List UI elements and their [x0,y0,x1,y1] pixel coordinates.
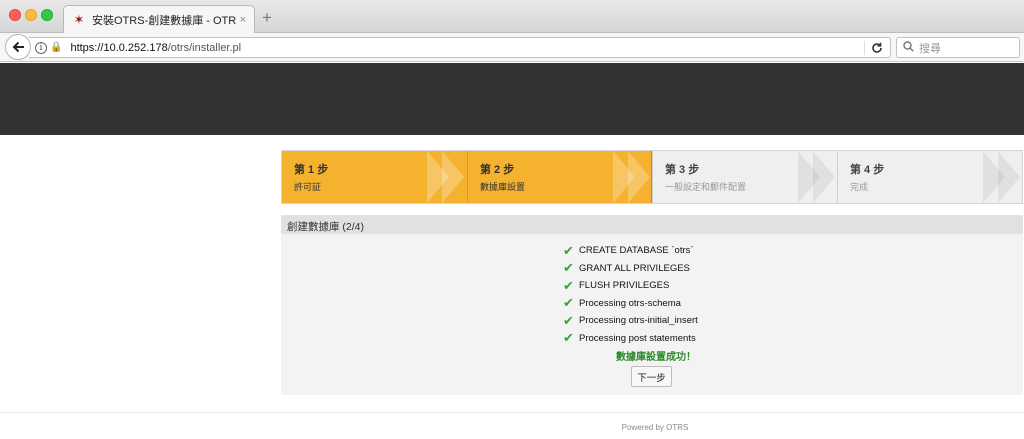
window-minimize-button[interactable] [25,9,37,21]
url-path: /otrs/installer.pl [167,41,242,54]
panel-title: 創建數據庫 (2/4) [281,215,1023,234]
list-item: ✔ Processing otrs-initial_insert [563,312,698,330]
search-placeholder: 搜尋 [919,42,941,55]
tab-close-icon[interactable]: × [240,14,246,26]
check-label: Processing otrs-schema [579,297,681,309]
address-bar[interactable]: i 🔒 https://10.0.252.178/otrs/installer.… [29,37,891,58]
new-tab-button[interactable]: + [262,9,272,26]
step-2: 第 2 步 數據庫設置 [467,151,652,203]
step-1: 第 1 步 許可証 [282,151,467,203]
back-arrow-icon [12,41,24,53]
window-close-button[interactable] [9,9,21,21]
window-maximize-button[interactable] [41,9,53,21]
check-label: FLUSH PRIVILEGES [579,280,670,292]
step-4: 第 4 步 完成 [837,151,1022,203]
checkmark-icon: ✔ [563,242,574,258]
url-text[interactable]: https://10.0.252.178/otrs/installer.pl [70,42,868,54]
search-icon [903,40,914,55]
success-message: 數據庫設置成功！ [616,352,696,363]
footer-divider [0,412,1024,413]
check-label: CREATE DATABASE `otrs` [579,245,694,257]
page-header [0,63,1024,135]
chevron-icon [998,151,1020,203]
browser-titlebar: ✶ 安裝OTRS-創建數據庫 - OTRS × + [0,0,1024,34]
check-label: GRANT ALL PRIVILEGES [579,262,690,274]
url-host: https://10.0.252.178 [70,41,168,54]
browser-navbar: i 🔒 https://10.0.252.178/otrs/installer.… [0,33,1024,62]
otrs-favicon-icon: ✶ [73,12,85,27]
next-step-button[interactable]: 下一步 [631,366,672,387]
url-divider [864,41,865,55]
checkmark-icon: ✔ [563,260,574,276]
create-database-panel: 創建數據庫 (2/4) ✔ CREATE DATABASE `otrs` ✔ GRA… [281,215,1023,395]
check-label: Processing otrs-initial_insert [579,315,698,327]
list-item: ✔ GRANT ALL PRIVILEGES [563,260,698,278]
tab-title: 安裝OTRS-創建數據庫 - OTRS [92,15,236,27]
checkmark-icon: ✔ [563,330,574,346]
list-item: ✔ Processing otrs-schema [563,295,698,313]
list-item: ✔ FLUSH PRIVILEGES [563,277,698,295]
step-3: 第 3 步 一般設定和郵件配置 [652,151,837,203]
list-item: ✔ Processing post statements [563,330,698,348]
checkmark-icon: ✔ [563,295,574,311]
footer-powered-by: Powered by OTRS [621,423,689,432]
wizard-steps: 第 1 步 許可証 第 2 步 數據庫設置 第 3 步 一般設定和郵件配置 第 … [281,150,1023,204]
list-item: ✔ CREATE DATABASE `otrs` [563,242,698,260]
chevron-icon [628,151,650,203]
info-icon[interactable]: i [35,41,47,54]
chevron-icon [442,151,464,203]
search-input[interactable]: 搜尋 [896,37,1020,58]
back-button[interactable] [5,34,31,60]
browser-tab[interactable]: ✶ 安裝OTRS-創建數據庫 - OTRS × [63,5,255,34]
checkmark-icon: ✔ [563,277,574,293]
chevron-icon [813,151,835,203]
checklist: ✔ CREATE DATABASE `otrs` ✔ GRANT ALL PRIVI… [563,242,698,347]
lock-warning-icon[interactable]: 🔒 [50,42,62,53]
reload-icon[interactable] [868,39,886,57]
checkmark-icon: ✔ [563,312,574,328]
check-label: Processing post statements [579,332,696,344]
